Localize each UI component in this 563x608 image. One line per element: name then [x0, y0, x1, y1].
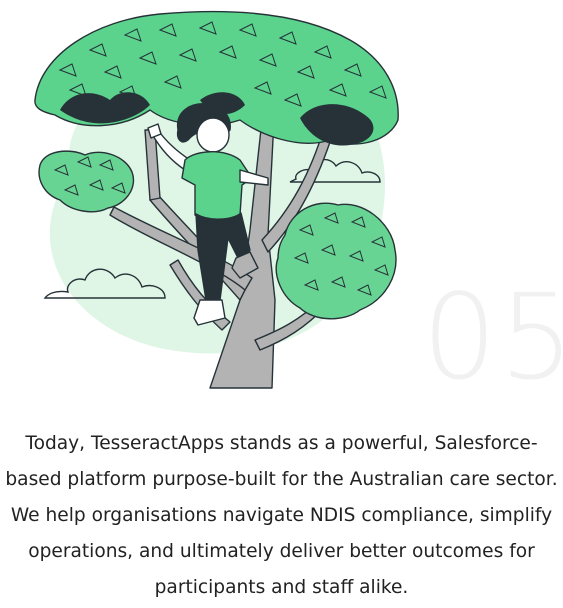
girl-face: [196, 117, 230, 153]
leaf-cluster-right: [275, 202, 397, 320]
story-paragraph: Today, TesseractApps stands as a powerfu…: [5, 433, 558, 598]
step-number: 05: [422, 268, 563, 406]
leaf-cluster-left: [38, 150, 135, 213]
